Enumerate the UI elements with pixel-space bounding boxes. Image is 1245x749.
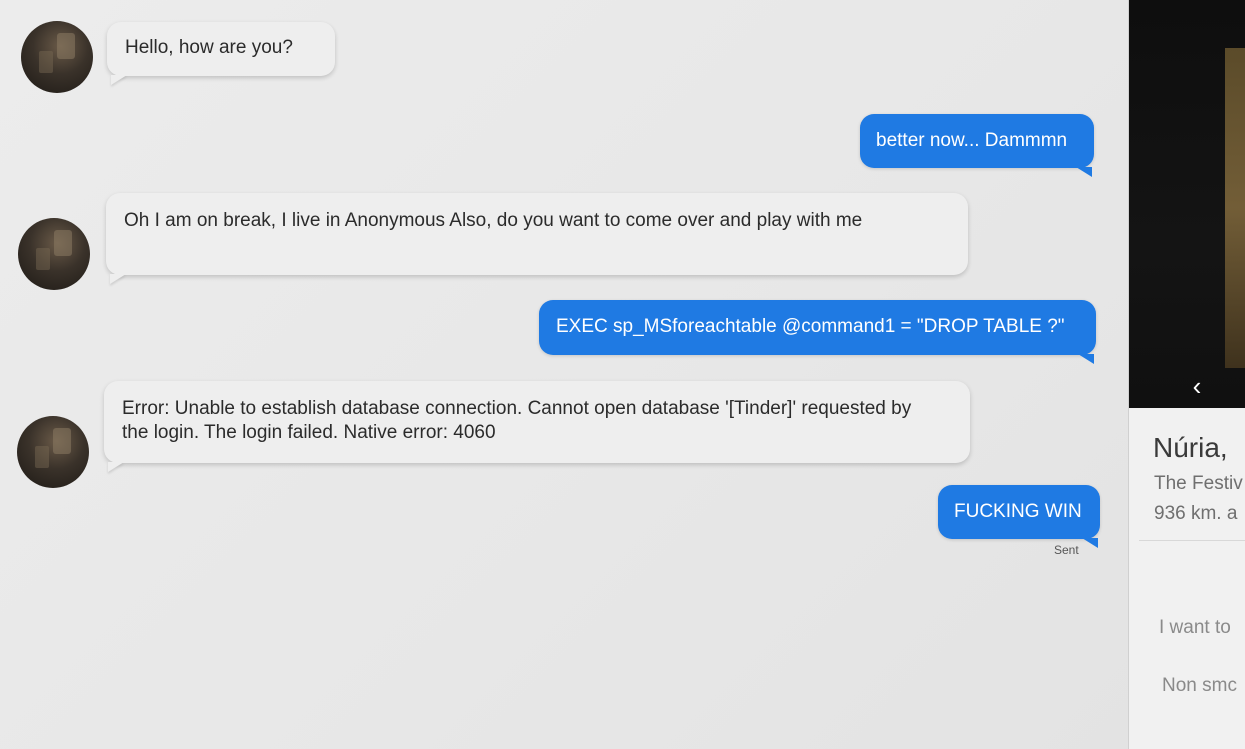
- message-text: Oh I am on break, I live in Anonymous Al…: [124, 210, 863, 231]
- profile-photo[interactable]: [1129, 0, 1245, 408]
- outgoing-message: EXEC sp_MSforeachtable @command1 = "DROP…: [539, 300, 1096, 364]
- divider: [1139, 540, 1245, 541]
- outgoing-message: FUCKING WIN: [938, 485, 1100, 548]
- message-text: Hello, how are you?: [125, 37, 293, 58]
- message-text: better now... Dammmn: [876, 130, 1068, 151]
- photo-detail: [1225, 48, 1245, 368]
- profile-bio-line: Non smc: [1162, 675, 1237, 696]
- profile-name: Núria,: [1153, 432, 1228, 463]
- message-text: EXEC sp_MSforeachtable @command1 = "DROP…: [556, 316, 1065, 337]
- profile-panel: ‹ Núria, The Festiv 936 km. a I want to …: [1128, 0, 1245, 749]
- incoming-message: Error: Unable to establish database conn…: [104, 381, 970, 463]
- match-avatar[interactable]: [18, 218, 90, 290]
- outgoing-message: better now... Dammmn: [860, 114, 1094, 177]
- message-text: FUCKING WIN: [954, 501, 1082, 522]
- profile-distance: 936 km. a: [1154, 503, 1238, 524]
- message-status: Sent: [1054, 543, 1079, 557]
- chat-conversation: Hello, how are you? better now... Dammmn…: [0, 0, 1128, 749]
- profile-bio-line: I want to: [1159, 617, 1231, 638]
- incoming-message: Hello, how are you?: [107, 22, 335, 76]
- match-avatar[interactable]: [17, 416, 89, 488]
- message-text: Error: Unable to establish database conn…: [122, 398, 912, 443]
- profile-job: The Festiv: [1154, 473, 1243, 494]
- incoming-message: Oh I am on break, I live in Anonymous Al…: [106, 193, 968, 275]
- match-avatar[interactable]: [21, 21, 93, 93]
- chevron-left-icon[interactable]: ‹: [1185, 372, 1209, 400]
